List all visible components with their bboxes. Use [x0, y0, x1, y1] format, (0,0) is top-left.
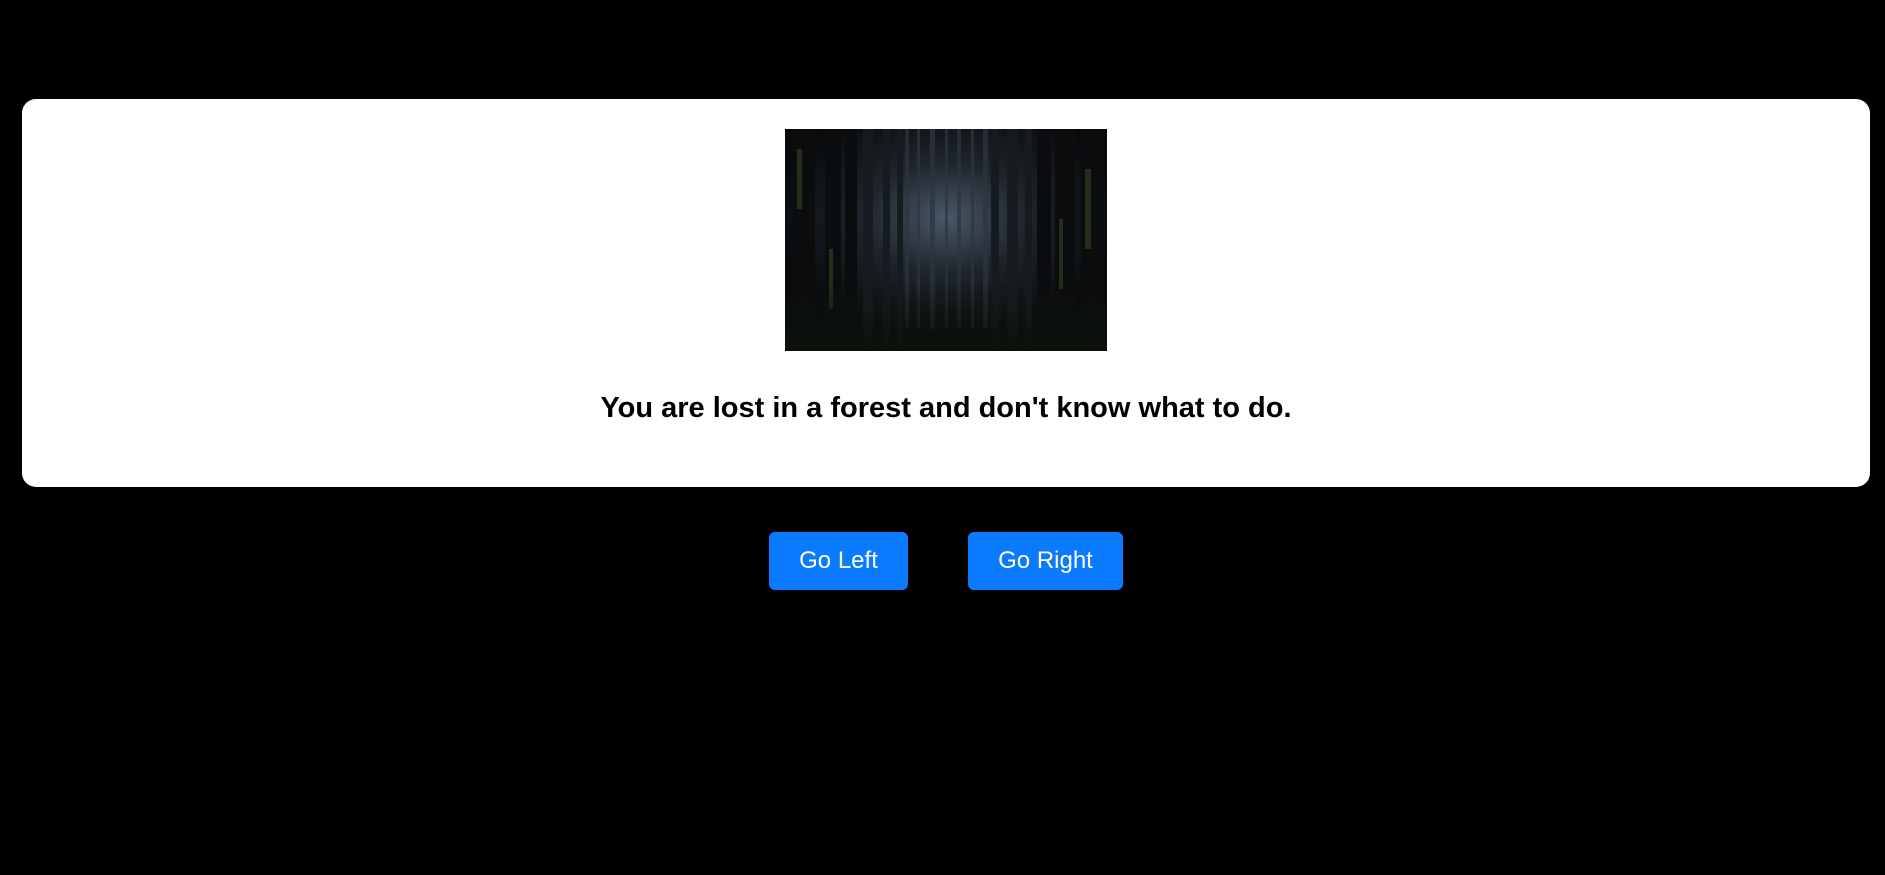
go-left-button[interactable]: Go Left	[769, 532, 908, 590]
game-page: You are lost in a forest and don't know …	[0, 0, 1885, 875]
go-right-button[interactable]: Go Right	[968, 532, 1123, 590]
story-text: You are lost in a forest and don't know …	[600, 392, 1292, 424]
choice-buttons: Go Left Go Right	[0, 532, 1885, 590]
story-card: You are lost in a forest and don't know …	[22, 99, 1870, 487]
forest-scene-image	[785, 129, 1107, 351]
